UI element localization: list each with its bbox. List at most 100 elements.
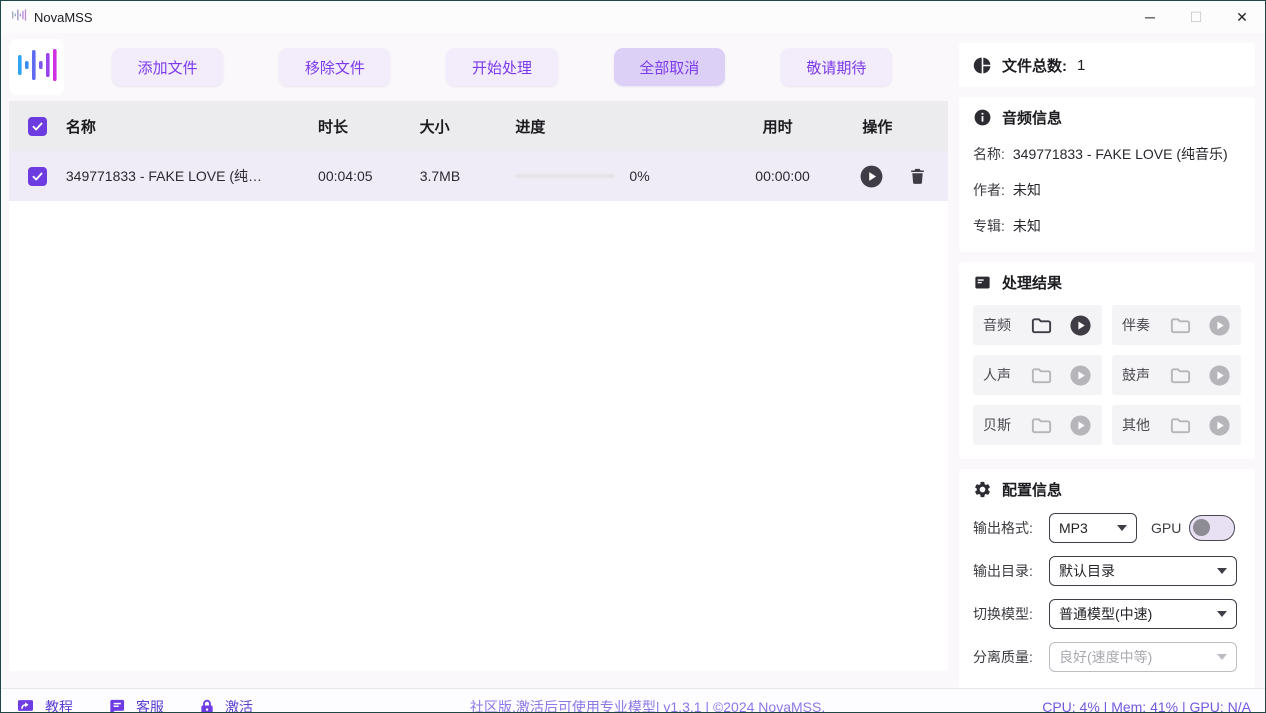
- play-icon: [1208, 314, 1231, 337]
- header-duration: 时长: [318, 116, 420, 137]
- tutorial-icon: [15, 697, 36, 713]
- quality-select: 良好(速度中等): [1049, 642, 1237, 672]
- header-name: 名称: [66, 116, 318, 137]
- app-waveform-icon-small: [11, 7, 27, 28]
- row-duration: 00:04:05: [318, 168, 420, 184]
- output-dir-label: 输出目录:: [973, 561, 1049, 581]
- row-file-name: 349771833 - FAKE LOVE (纯…: [66, 166, 318, 186]
- coming-soon-button[interactable]: 敬请期待: [781, 48, 892, 86]
- waveform-logo-icon: [15, 43, 59, 92]
- output-format-label: 输出格式:: [973, 518, 1049, 538]
- model-row: 切换模型: 普通模型(中速): [973, 599, 1241, 629]
- model-select[interactable]: 普通模型(中速): [1049, 599, 1237, 629]
- result-item-bass: 贝斯: [973, 405, 1102, 445]
- play-icon: [1069, 414, 1092, 437]
- output-format-row: 输出格式: MP3 GPU: [973, 513, 1241, 543]
- result-item-vocals: 人声: [973, 355, 1102, 395]
- window-title: NovaMSS: [34, 10, 93, 25]
- model-value: 普通模型(中速): [1059, 604, 1152, 624]
- titlebar: NovaMSS ─ ☐ ✕: [1, 1, 1265, 33]
- output-dir-row: 输出目录: 默认目录: [973, 556, 1241, 586]
- play-icon: [1069, 364, 1092, 387]
- result-item-audio: 音频: [973, 305, 1102, 345]
- cancel-all-button[interactable]: 全部取消: [614, 48, 725, 86]
- activate-label: 激活: [225, 697, 253, 713]
- start-processing-button[interactable]: 开始处理: [446, 48, 557, 86]
- total-files-value: 1: [1077, 57, 1085, 74]
- folder-open-icon: [1169, 414, 1192, 437]
- tutorial-label: 教程: [45, 697, 73, 713]
- titlebar-left: NovaMSS: [11, 7, 93, 28]
- lock-icon: [198, 697, 216, 713]
- header-elapsed: 用时: [727, 116, 839, 137]
- row-elapsed: 00:00:00: [727, 168, 839, 184]
- table-row[interactable]: 349771833 - FAKE LOVE (纯… 00:04:05 3.7MB…: [9, 151, 948, 201]
- result-item-other: 其他: [1112, 405, 1241, 445]
- play-icon: [1208, 414, 1231, 437]
- activate-link[interactable]: 激活: [198, 697, 253, 713]
- chevron-down-icon: [1217, 654, 1227, 660]
- header-actions: 操作: [838, 116, 948, 137]
- audio-album-label: 专辑:: [973, 216, 1005, 236]
- maximize-button[interactable]: ☐: [1173, 1, 1219, 33]
- output-format-select[interactable]: MP3: [1049, 513, 1137, 543]
- tutorial-link[interactable]: 教程: [15, 697, 73, 713]
- folder-open-icon: [1030, 364, 1053, 387]
- results-grid: 音频 伴奏: [973, 305, 1241, 445]
- system-stats: CPU: 4% | Mem: 41% | GPU: N/A: [1042, 699, 1251, 713]
- result-label: 鼓声: [1122, 365, 1150, 385]
- config-title: 配置信息: [1002, 479, 1062, 500]
- gear-icon: [973, 480, 992, 499]
- select-all-checkbox[interactable]: [28, 117, 47, 136]
- result-label: 贝斯: [983, 415, 1011, 435]
- chevron-down-icon: [1217, 568, 1227, 574]
- model-label: 切换模型:: [973, 604, 1049, 624]
- folder-open-icon[interactable]: [1030, 314, 1053, 337]
- add-file-button[interactable]: 添加文件: [112, 48, 223, 86]
- app-logo: [9, 39, 64, 95]
- result-item-drums: 鼓声: [1112, 355, 1241, 395]
- result-label: 伴奏: [1122, 315, 1150, 335]
- results-card: 处理结果 音频: [959, 262, 1255, 459]
- support-chat-icon: [107, 697, 127, 713]
- toggle-knob: [1193, 519, 1210, 536]
- result-label: 其他: [1122, 415, 1150, 435]
- progress-percent: 0%: [629, 168, 649, 184]
- window-controls: ─ ☐ ✕: [1127, 1, 1265, 33]
- pie-chart-icon: [973, 56, 992, 75]
- footer-links: 教程 客服 激活: [15, 697, 253, 713]
- audio-name-field: 名称: 349771833 - FAKE LOVE (纯音乐): [973, 144, 1241, 164]
- folder-open-icon: [1169, 314, 1192, 337]
- support-link[interactable]: 客服: [107, 697, 164, 713]
- result-label: 音频: [983, 315, 1011, 335]
- config-card: 配置信息 输出格式: MP3 GPU 输出目录:: [959, 469, 1255, 688]
- chevron-down-icon: [1117, 525, 1127, 531]
- row-checkbox[interactable]: [28, 167, 47, 186]
- audio-artist-value: 未知: [1013, 180, 1041, 200]
- output-dir-select[interactable]: 默认目录: [1049, 556, 1237, 586]
- audio-name-label: 名称:: [973, 144, 1005, 164]
- progress-bar: [515, 174, 615, 178]
- header-progress: 进度: [515, 116, 726, 137]
- audio-info-title: 音频信息: [1002, 107, 1062, 128]
- row-play-button[interactable]: [859, 164, 884, 189]
- audio-artist-label: 作者:: [973, 180, 1005, 200]
- gpu-toggle[interactable]: [1189, 515, 1235, 541]
- version-info: 社区版,激活后可使用专业模型| v1.3.1 | ©2024 NovaMSS.: [470, 697, 825, 713]
- minimize-button[interactable]: ─: [1127, 1, 1173, 33]
- total-files-label: 文件总数:: [1002, 55, 1067, 76]
- results-card-icon: [973, 273, 992, 292]
- quality-value: 良好(速度中等): [1059, 647, 1152, 667]
- folder-open-icon: [1169, 364, 1192, 387]
- row-size: 3.7MB: [420, 168, 516, 184]
- support-label: 客服: [136, 697, 164, 713]
- remove-file-button[interactable]: 移除文件: [279, 48, 390, 86]
- close-button[interactable]: ✕: [1219, 1, 1265, 33]
- file-table: 名称 时长 大小 进度 用时 操作 349771833 - FAKE LOVE …: [9, 101, 948, 671]
- chevron-down-icon: [1217, 611, 1227, 617]
- play-icon[interactable]: [1069, 314, 1092, 337]
- row-delete-button[interactable]: [908, 166, 927, 186]
- header-size: 大小: [420, 116, 516, 137]
- statusbar: 教程 客服 激活 社区版,激活后可使用专业模型| v1.3.1 | ©2024 …: [1, 688, 1265, 713]
- audio-album-value: 未知: [1013, 216, 1041, 236]
